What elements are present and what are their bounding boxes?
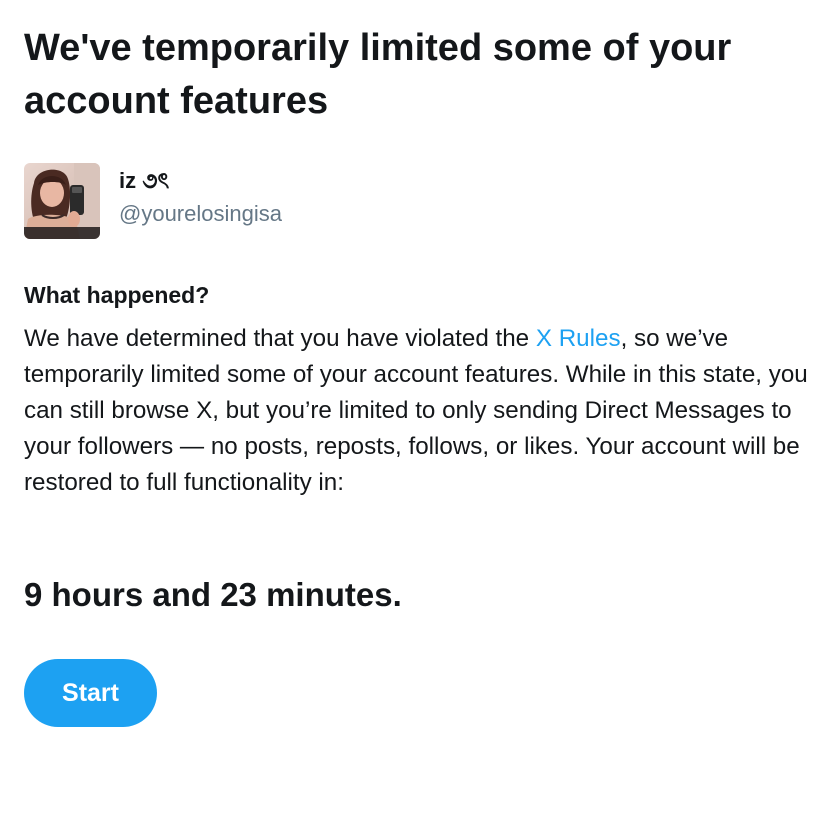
avatar bbox=[24, 163, 100, 239]
user-handle: @yourelosingisa bbox=[119, 201, 282, 226]
x-rules-link[interactable]: X Rules bbox=[536, 325, 621, 352]
user-display-name: iz ૭ৎ bbox=[119, 168, 170, 193]
what-happened-heading: What happened? bbox=[24, 282, 210, 308]
start-button[interactable]: Start bbox=[24, 659, 157, 727]
page-title: We've temporarily limited some of your a… bbox=[24, 27, 732, 122]
restore-countdown: 9 hours and 23 minutes. bbox=[24, 576, 402, 613]
notice-body-intro: We have determined that you have violate… bbox=[24, 325, 536, 352]
user-card: iz ૭ৎ @yourelosingisa bbox=[24, 163, 524, 239]
profile-photo-icon bbox=[24, 163, 100, 239]
notice-body: We have determined that you have violate… bbox=[24, 321, 814, 501]
